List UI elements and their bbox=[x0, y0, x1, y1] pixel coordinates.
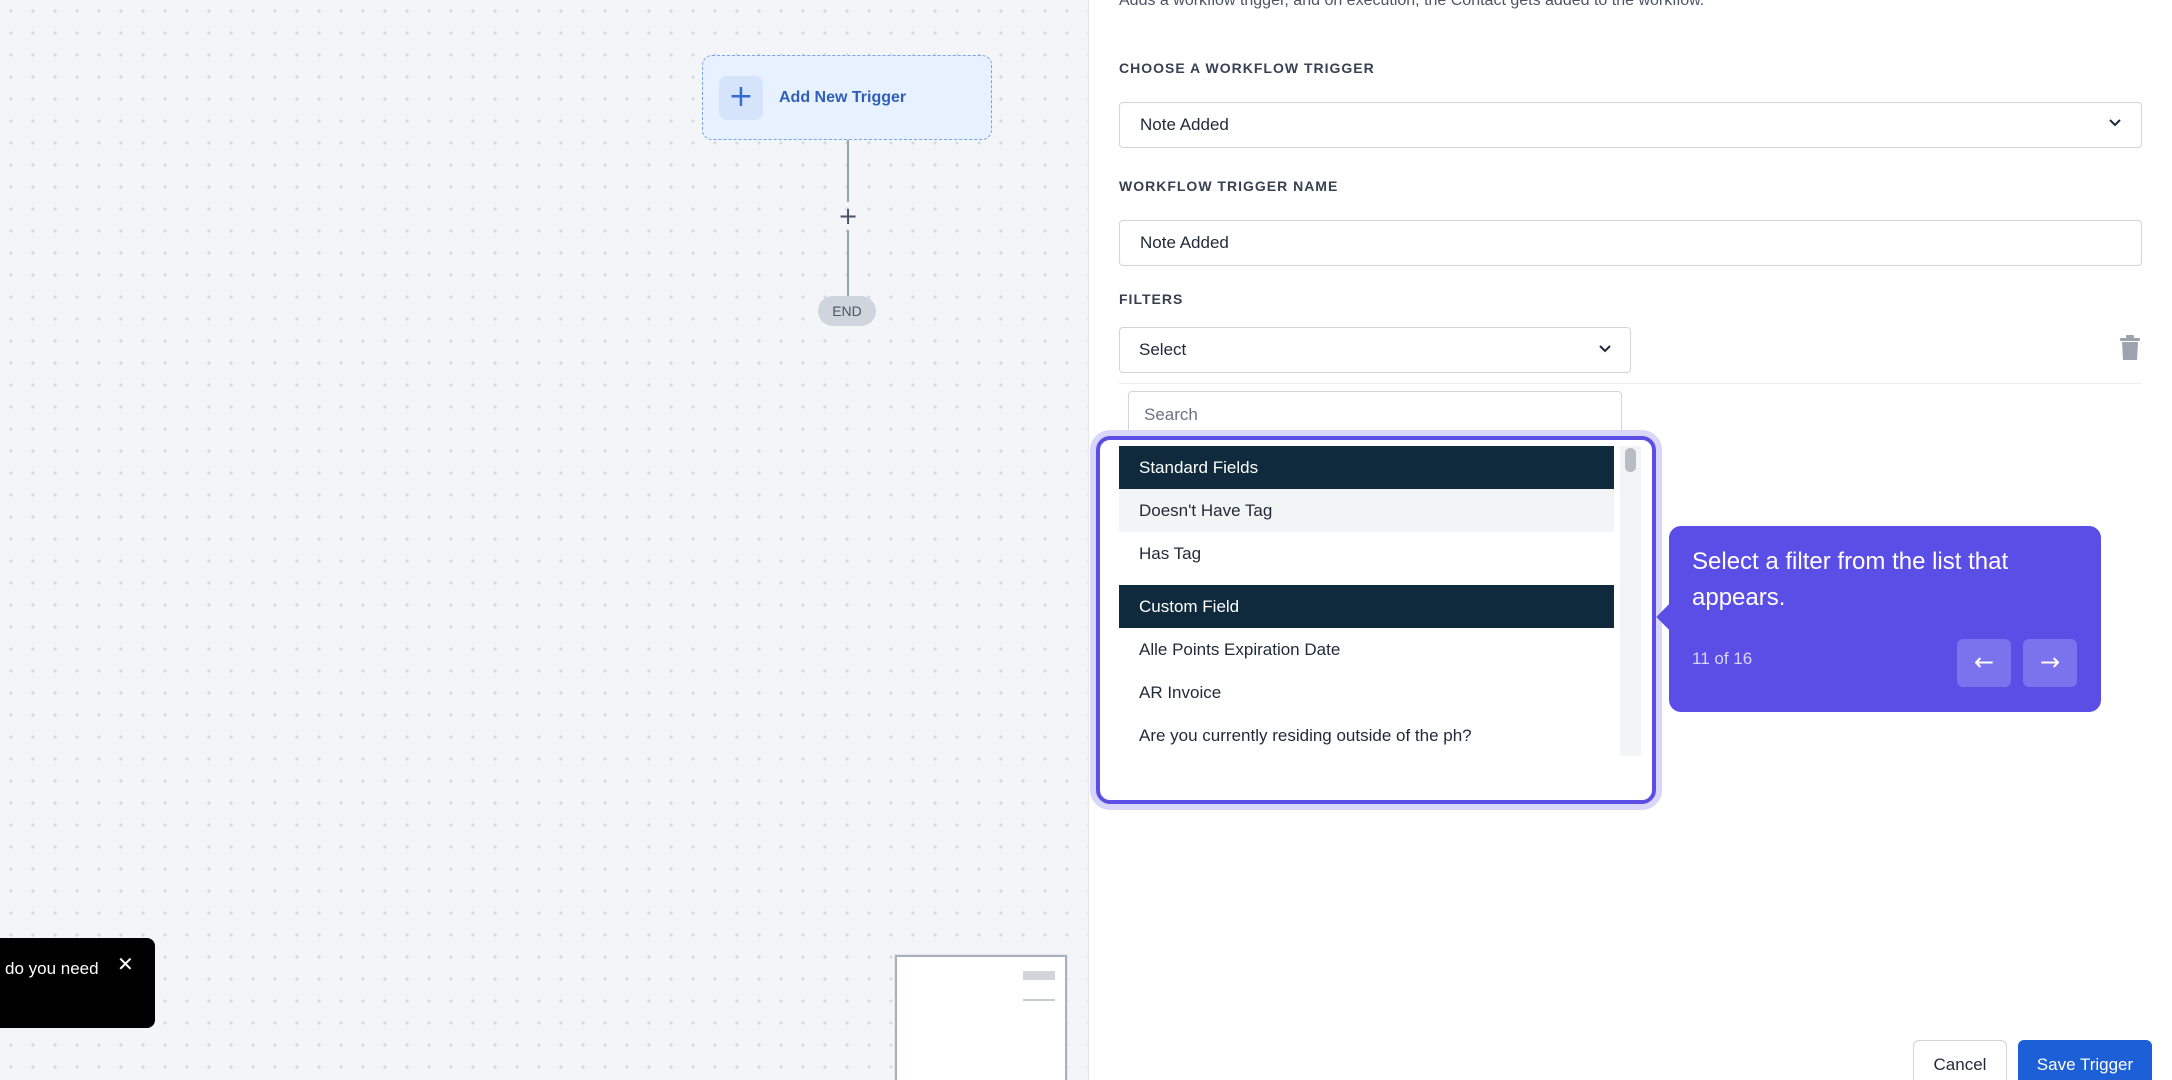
trigger-type-value: Note Added bbox=[1140, 115, 1229, 134]
cancel-button[interactable]: Cancel bbox=[1913, 1040, 2007, 1080]
option-has-tag[interactable]: Has Tag bbox=[1119, 532, 1614, 575]
option-ar-invoice[interactable]: AR Invoice bbox=[1119, 671, 1614, 714]
chevron-down-icon bbox=[1599, 345, 1611, 353]
group-header-standard-fields: Standard Fields bbox=[1119, 446, 1614, 489]
filters-label: FILTERS bbox=[1119, 291, 1184, 307]
save-trigger-button[interactable]: Save Trigger bbox=[2018, 1040, 2152, 1080]
option-residing-outside-ph[interactable]: Are you currently residing outside of th… bbox=[1119, 714, 1614, 756]
filter-search-input[interactable]: Search bbox=[1128, 391, 1622, 439]
tour-tooltip: Select a filter from the list that appea… bbox=[1656, 526, 2101, 712]
option-alle-points-expiration-date[interactable]: Alle Points Expiration Date bbox=[1119, 628, 1614, 671]
group-header-custom-field: Custom Field bbox=[1119, 585, 1614, 628]
plus-icon: + bbox=[719, 75, 763, 120]
minimap-node bbox=[1023, 999, 1055, 1001]
close-icon[interactable]: ✕ bbox=[117, 952, 137, 976]
trash-icon[interactable] bbox=[2119, 335, 2141, 361]
arrow-left-icon: ← bbox=[1973, 648, 1995, 676]
minimap-node bbox=[1023, 971, 1055, 980]
tooltip-step-counter: 11 of 16 bbox=[1692, 649, 1753, 668]
workflow-canvas[interactable]: + Add New Trigger + END do you need ✕ bbox=[0, 0, 1089, 1080]
list-scrollbar[interactable] bbox=[1620, 446, 1641, 756]
trigger-name-label: WORKFLOW TRIGGER NAME bbox=[1119, 178, 1339, 194]
tooltip-text: Select a filter from the list that appea… bbox=[1692, 548, 2009, 611]
connector-line bbox=[847, 140, 849, 202]
toast-text: do you need bbox=[5, 959, 99, 978]
tour-prev-button[interactable]: ← bbox=[1957, 639, 2011, 687]
filter-select-value: Select bbox=[1139, 340, 1187, 359]
divider bbox=[1119, 383, 2142, 384]
tour-next-button[interactable]: → bbox=[2023, 639, 2077, 687]
trigger-name-input[interactable]: Note Added bbox=[1119, 220, 2142, 266]
add-new-trigger-label: Add New Trigger bbox=[779, 88, 907, 106]
connector-line bbox=[847, 230, 849, 296]
end-node: END bbox=[818, 296, 876, 326]
add-step-button[interactable]: + bbox=[834, 202, 862, 230]
trigger-name-value: Note Added bbox=[1140, 233, 1229, 252]
arrow-right-icon: → bbox=[2039, 648, 2061, 676]
filter-options-list[interactable]: Standard Fields Doesn't Have Tag Has Tag… bbox=[1119, 446, 1641, 756]
filter-select[interactable]: Select bbox=[1119, 327, 1631, 373]
minimap[interactable] bbox=[895, 955, 1067, 1080]
option-doesnt-have-tag[interactable]: Doesn't Have Tag bbox=[1119, 489, 1614, 532]
search-placeholder: Search bbox=[1144, 405, 1198, 424]
add-new-trigger-node[interactable]: + Add New Trigger bbox=[702, 55, 992, 140]
scrollbar-thumb[interactable] bbox=[1625, 448, 1636, 472]
choose-trigger-label: CHOOSE A WORKFLOW TRIGGER bbox=[1119, 60, 1375, 76]
help-toast: do you need ✕ bbox=[0, 938, 155, 1028]
trigger-type-select[interactable]: Note Added bbox=[1119, 102, 2142, 148]
chevron-down-icon bbox=[2109, 119, 2121, 127]
panel-description: Adds a workflow trigger, and on executio… bbox=[1119, 0, 1705, 9]
